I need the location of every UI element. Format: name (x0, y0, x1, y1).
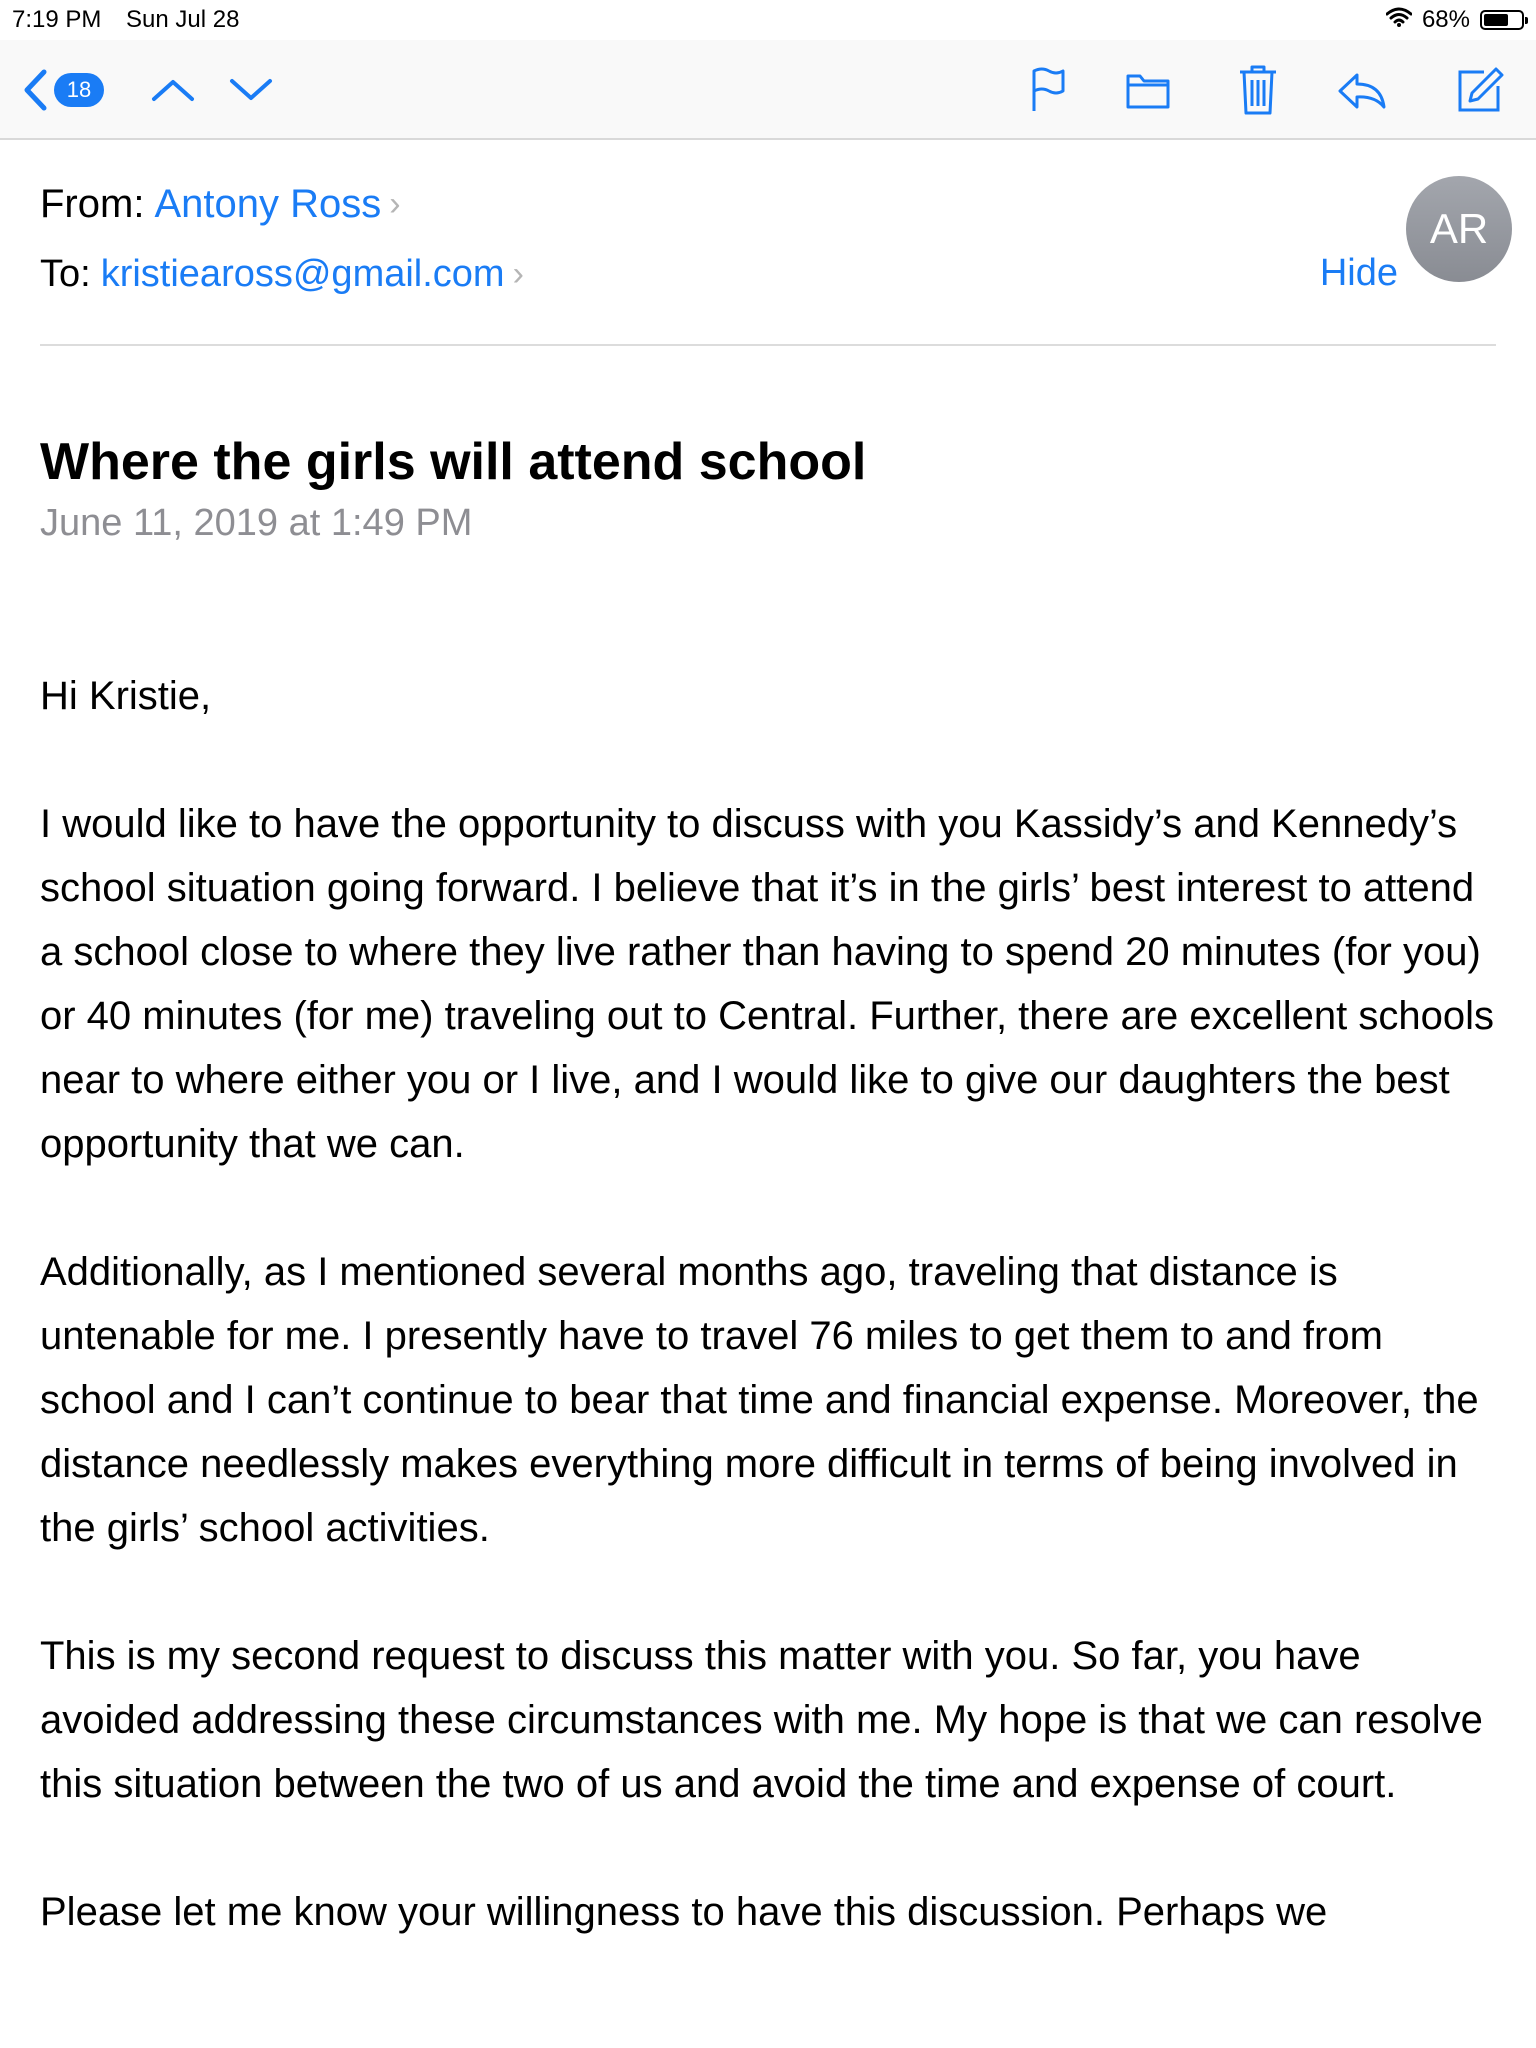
sender-name[interactable]: Antony Ross (154, 182, 381, 227)
compose-button[interactable] (1456, 62, 1504, 118)
message-paragraph: This is my second request to discuss thi… (40, 1634, 1483, 1806)
chevron-right-icon[interactable]: › (513, 255, 524, 294)
chevron-right-icon[interactable]: › (389, 185, 400, 224)
reply-button[interactable] (1336, 66, 1388, 116)
message-paragraph: Please let me know your willingness to h… (40, 1890, 1328, 1934)
battery-fill (1484, 14, 1508, 26)
chevron-down-icon (229, 77, 273, 103)
compose-icon (1456, 66, 1504, 114)
chevron-left-icon (22, 68, 48, 112)
from-line: From: Antony Ross › (40, 182, 401, 227)
to-line: To: kristieaross@gmail.com › (40, 253, 524, 296)
unread-count-badge: 18 (54, 73, 104, 107)
message-date: June 11, 2019 at 1:49 PM (40, 502, 473, 544)
flag-button[interactable] (1028, 62, 1068, 118)
from-label: From: (40, 182, 145, 226)
trash-icon (1238, 64, 1278, 116)
recipient-address[interactable]: kristieaross@gmail.com (101, 253, 505, 296)
delete-button[interactable] (1236, 60, 1280, 120)
status-right: 68% (1385, 6, 1528, 34)
mail-toolbar: 18 (0, 40, 1536, 140)
status-date: Sun Jul 28 (126, 6, 240, 33)
previous-message-button[interactable] (150, 70, 196, 110)
next-message-button[interactable] (228, 70, 274, 110)
to-label: To: (40, 253, 91, 295)
message-paragraph: Hi Kristie, (40, 674, 212, 718)
message-paragraph: I would like to have the opportunity to … (40, 802, 1495, 1166)
battery-cap (1525, 17, 1528, 24)
flag-icon (1030, 67, 1066, 113)
message-subject: Where the girls will attend school (40, 433, 867, 491)
status-time: 7:19 PM (12, 6, 102, 33)
status-bar: 7:19 PM Sun Jul 28 68% (0, 0, 1536, 40)
message-body: Hi Kristie, I would like to have the opp… (40, 664, 1500, 2008)
battery-icon (1480, 10, 1528, 30)
battery-percent: 68% (1421, 6, 1470, 33)
folder-icon (1126, 73, 1170, 109)
wifi-icon (1385, 6, 1413, 34)
avatar[interactable]: AR (1406, 176, 1512, 282)
move-to-folder-button[interactable] (1124, 66, 1172, 116)
hide-details-link[interactable]: Hide (1320, 252, 1398, 295)
back-button[interactable]: 18 (22, 66, 104, 114)
reply-icon (1337, 72, 1387, 110)
message-header: From: Antony Ross › To: kristieaross@gma… (40, 140, 1512, 346)
chevron-up-icon (151, 77, 195, 103)
message-paragraph: Additionally, as I mentioned several mon… (40, 1250, 1479, 1550)
